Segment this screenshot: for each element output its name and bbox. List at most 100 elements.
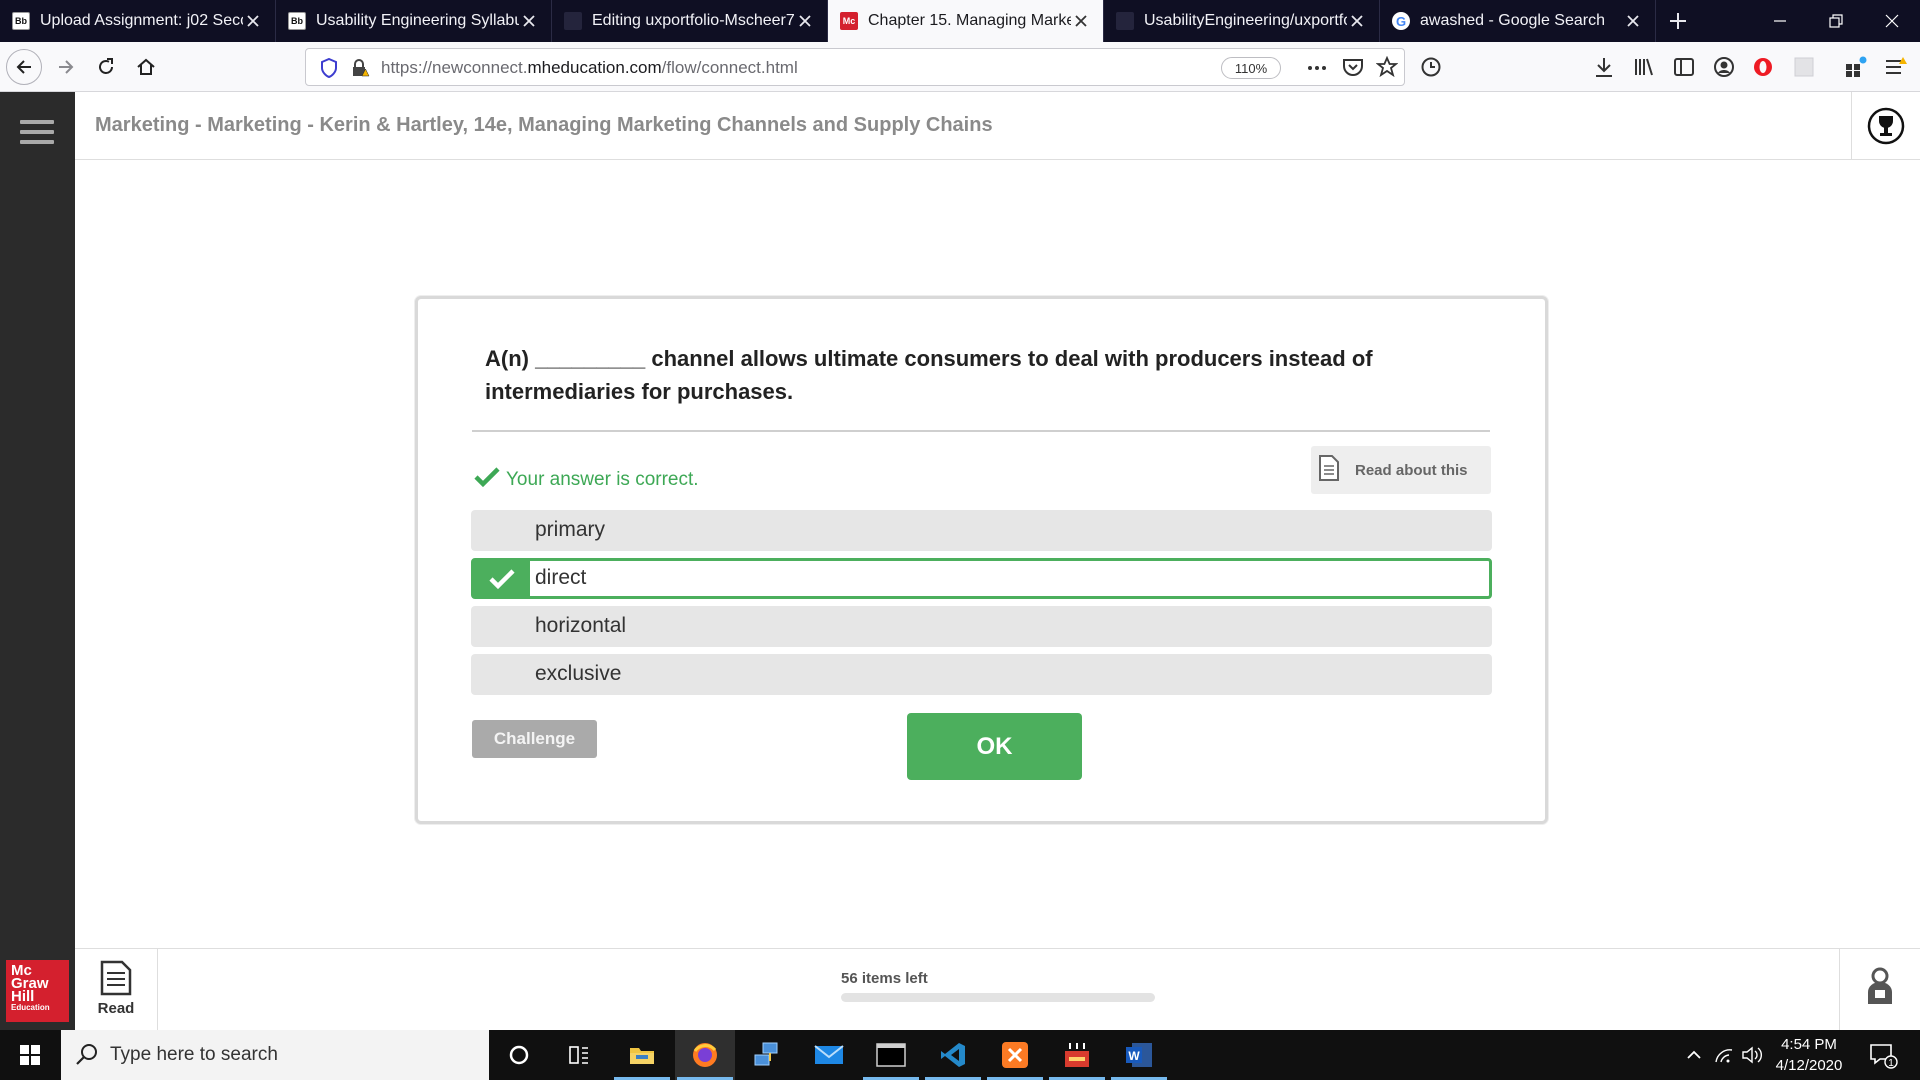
document-icon <box>1317 454 1341 486</box>
url-bar[interactable]: https://newconnect.mheducation.com/flow/… <box>305 48 1405 86</box>
xampp-icon[interactable] <box>985 1030 1045 1080</box>
blackboard-icon: Bb <box>12 12 30 30</box>
read-about-this-button[interactable]: Read about this <box>1311 446 1491 494</box>
word-icon[interactable]: W <box>1109 1030 1169 1080</box>
clock-time: 4:54 PM <box>1781 1036 1837 1053</box>
mcgraw-hill-icon: Mc <box>840 12 858 30</box>
account-icon[interactable] <box>1706 49 1742 85</box>
history-clock-icon[interactable] <box>1413 49 1449 85</box>
zoom-level-badge[interactable]: 110% <box>1221 57 1281 79</box>
insecure-lock-icon[interactable] <box>350 58 370 83</box>
browser-tab[interactable]: Editing uxportfolio-Mscheer75 <box>552 0 828 42</box>
close-tab-icon[interactable] <box>1071 11 1091 31</box>
left-sidebar <box>0 92 75 1030</box>
answer-blank: _________ <box>535 346 646 371</box>
back-arrow-icon[interactable] <box>6 49 42 85</box>
search-placeholder: Type here to search <box>110 1044 278 1065</box>
close-tab-icon[interactable] <box>1347 11 1367 31</box>
wifi-icon[interactable] <box>1710 1040 1738 1070</box>
extensions-puzzle-icon[interactable] <box>1838 49 1874 85</box>
answer-option-exclusive[interactable]: exclusive <box>471 654 1492 695</box>
browser-tab-strip: Bb Upload Assignment: j02 Secon Bb Usabi… <box>0 0 1920 42</box>
new-tab-button[interactable] <box>1656 0 1700 42</box>
answer-option-primary[interactable]: primary <box>471 510 1492 551</box>
word-glyph: W <box>1128 1049 1140 1063</box>
notifications-icon[interactable]: 1 <box>1866 1040 1900 1070</box>
bookmark-star-icon[interactable] <box>1375 55 1399 83</box>
tab-title: Chapter 15. Managing Marketi <box>868 12 1071 29</box>
show-hidden-icons-chevron-icon[interactable] <box>1680 1040 1708 1070</box>
tracking-shield-icon[interactable] <box>320 57 338 83</box>
option-label: direct <box>535 566 587 589</box>
reload-icon[interactable] <box>88 49 124 85</box>
browser-tab[interactable]: UsabilityEngineering/uxportfol <box>1104 0 1380 42</box>
ok-button[interactable]: OK <box>907 713 1082 780</box>
terminal-icon[interactable] <box>861 1030 921 1080</box>
sound-recorder-icon[interactable] <box>1047 1030 1107 1080</box>
footer-separator <box>1839 948 1840 1030</box>
app-menu-icon[interactable] <box>20 120 54 150</box>
tab-title: Usability Engineering Syllabus <box>316 12 519 29</box>
close-tab-icon[interactable] <box>1623 11 1643 31</box>
forward-arrow-icon[interactable] <box>48 49 84 85</box>
read-about-label: Read about this <box>1355 461 1468 479</box>
option-label: primary <box>535 518 606 541</box>
windows-start-icon[interactable] <box>0 1030 60 1080</box>
google-icon: G <box>1392 12 1410 30</box>
sidebar-toggle-icon[interactable] <box>1666 49 1702 85</box>
mail-icon[interactable] <box>799 1030 859 1080</box>
task-view-icon[interactable] <box>549 1030 609 1080</box>
question-prompt: A(n) _________ channel allows ultimate c… <box>485 346 1373 404</box>
clock-date: 4/12/2020 <box>1775 1057 1843 1074</box>
github-icon <box>1116 12 1134 30</box>
footer-separator <box>157 948 158 1030</box>
book-page-icon <box>100 960 132 996</box>
url-text: https://newconnect.mheducation.com/flow/… <box>381 58 798 77</box>
restore-window-icon[interactable] <box>1808 0 1864 42</box>
challenge-button[interactable]: Challenge <box>472 720 597 758</box>
feedback-text: Your answer is correct. <box>506 469 699 490</box>
blackboard-icon: Bb <box>288 12 306 30</box>
trophy-icon <box>1867 107 1905 145</box>
taskbar-search-box[interactable]: Type here to search <box>61 1030 489 1080</box>
tab-title: Editing uxportfolio-Mscheer75 <box>592 12 795 29</box>
library-icon[interactable] <box>1626 49 1662 85</box>
user-profile-icon[interactable] <box>1862 966 1898 1006</box>
notification-count: 1 <box>1888 1058 1894 1069</box>
tab-title: awashed - Google Search <box>1420 12 1605 29</box>
read-button[interactable]: Read <box>93 960 139 1026</box>
download-icon[interactable] <box>1586 49 1622 85</box>
home-icon[interactable] <box>128 49 164 85</box>
answer-option-horizontal[interactable]: horizontal <box>471 606 1492 647</box>
system-clock[interactable]: 4:54 PM 4/12/2020 <box>1764 1034 1854 1076</box>
windows-taskbar: Type here to search W 4:54 PM 4/12/2020 … <box>0 1030 1920 1080</box>
answer-option-direct[interactable]: direct <box>471 558 1492 599</box>
browser-tab[interactable]: Bb Usability Engineering Syllabus <box>276 0 552 42</box>
close-tab-icon[interactable] <box>243 11 263 31</box>
volume-icon[interactable] <box>1738 1040 1766 1070</box>
cortana-icon[interactable] <box>489 1030 549 1080</box>
tab-title: Upload Assignment: j02 Secon <box>40 12 243 29</box>
close-window-icon[interactable] <box>1864 0 1920 42</box>
github-icon <box>564 12 582 30</box>
page-actions-menu-icon[interactable] <box>1306 58 1328 83</box>
close-tab-icon[interactable] <box>795 11 815 31</box>
mcgraw-hill-logo: Mc Graw Hill Education <box>6 960 69 1022</box>
close-tab-icon[interactable] <box>519 11 539 31</box>
pocket-icon[interactable] <box>1342 57 1364 82</box>
option-label: exclusive <box>535 662 622 685</box>
browser-tab[interactable]: Bb Upload Assignment: j02 Secon <box>0 0 276 42</box>
extension-placeholder-icon[interactable] <box>1786 49 1822 85</box>
browser-tab-active[interactable]: Mc Chapter 15. Managing Marketi <box>828 0 1104 42</box>
navigation-toolbar: https://newconnect.mheducation.com/flow/… <box>0 42 1920 92</box>
opera-extension-icon[interactable] <box>1745 49 1781 85</box>
assignment-progress-bar <box>841 993 1155 1002</box>
vscode-icon[interactable] <box>923 1030 983 1080</box>
browser-tab[interactable]: G awashed - Google Search <box>1380 0 1656 42</box>
hamburger-menu-icon[interactable] <box>1878 49 1914 85</box>
achievements-button[interactable] <box>1851 92 1920 160</box>
file-explorer-icon[interactable] <box>612 1030 672 1080</box>
minimize-window-icon[interactable] <box>1752 0 1808 42</box>
firefox-icon[interactable] <box>675 1030 735 1080</box>
network-app-icon[interactable] <box>737 1030 797 1080</box>
